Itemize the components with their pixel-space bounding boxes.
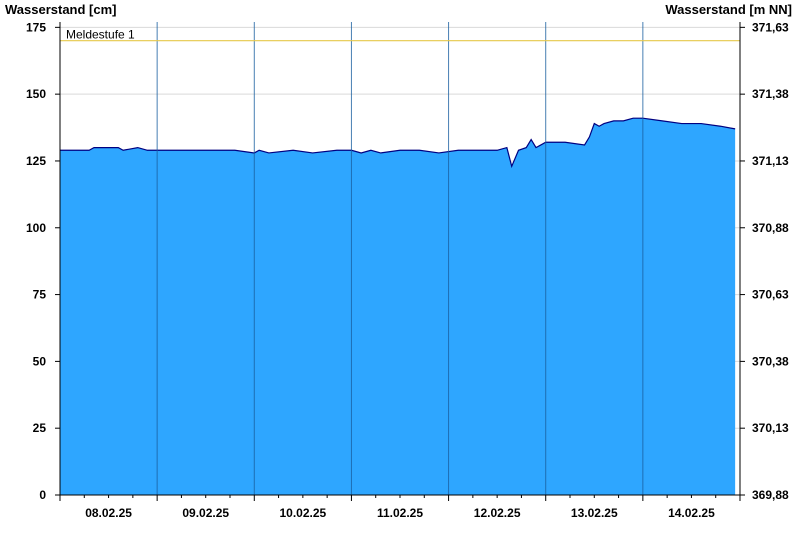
right-tick-label: 370,13 bbox=[752, 421, 789, 435]
right-tick-label: 370,38 bbox=[752, 354, 789, 368]
left-tick-label: 100 bbox=[26, 221, 46, 235]
threshold-label: Meldestufe 1 bbox=[66, 28, 135, 42]
right-tick-label: 370,88 bbox=[752, 221, 789, 235]
right-tick-label: 369,88 bbox=[752, 488, 789, 502]
water-level-area bbox=[60, 118, 736, 495]
right-tick-label: 370,63 bbox=[752, 288, 789, 302]
left-tick-label: 75 bbox=[33, 288, 47, 302]
left-tick-label: 0 bbox=[39, 488, 46, 502]
x-tick-label: 13.02.25 bbox=[571, 506, 618, 520]
threshold-band: Meldestufe 1 bbox=[60, 28, 740, 42]
left-tick-label: 25 bbox=[33, 421, 47, 435]
water-level-series bbox=[60, 117, 736, 495]
left-tick-label: 175 bbox=[26, 20, 46, 34]
left-tick-label: 150 bbox=[26, 87, 46, 101]
x-tick-label: 09.02.25 bbox=[182, 506, 229, 520]
left-tick-label: 50 bbox=[33, 354, 47, 368]
x-tick-label: 11.02.25 bbox=[377, 506, 423, 520]
water-level-chart: Meldestufe 1 0 369,88 25 370,13 50 370,38 75 37… bbox=[26, 20, 789, 520]
x-tick-label: 14.02.25 bbox=[668, 506, 715, 520]
x-tick-label: 08.02.25 bbox=[85, 506, 132, 520]
right-tick-label: 371,38 bbox=[752, 87, 789, 101]
left-tick-label: 125 bbox=[26, 154, 46, 168]
x-tick-label: 12.02.25 bbox=[474, 506, 521, 520]
right-tick-label: 371,63 bbox=[752, 20, 789, 34]
right-tick-label: 371,13 bbox=[752, 154, 789, 168]
x-tick-label: 10.02.25 bbox=[279, 506, 326, 520]
